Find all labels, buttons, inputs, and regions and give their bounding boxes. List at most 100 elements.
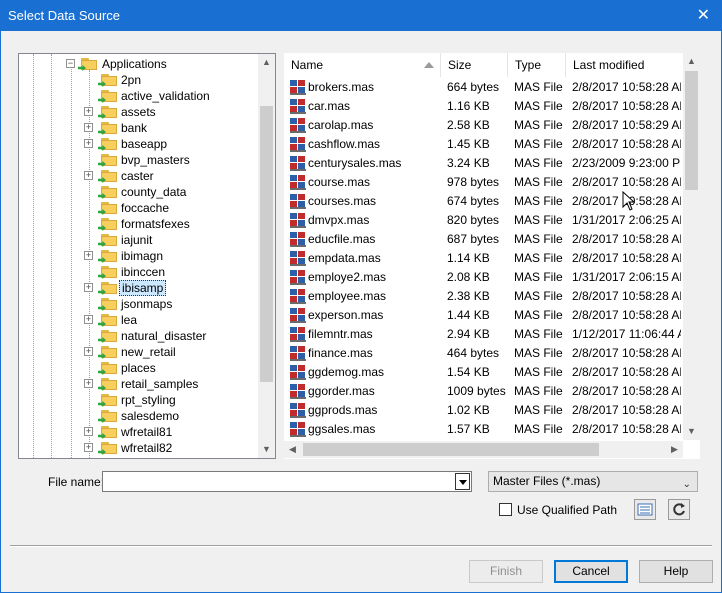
tree-item-salesdemo[interactable]: salesdemo [83, 408, 255, 424]
tree-item-wfretail82[interactable]: + wfretail82 [83, 440, 255, 456]
tree-item-county-data[interactable]: county_data [83, 184, 255, 200]
scroll-down-icon[interactable]: ▼ [683, 423, 700, 440]
scroll-left-icon[interactable]: ◀ [284, 441, 301, 458]
file-name-combobox[interactable] [102, 471, 472, 492]
scroll-up-icon[interactable]: ▲ [683, 53, 700, 70]
expand-icon[interactable]: + [84, 139, 93, 148]
tree-item-ibimagn[interactable]: + ibimagn [83, 248, 255, 264]
tree-item-ibinccen[interactable]: ibinccen [83, 264, 255, 280]
help-button[interactable]: Help [639, 560, 713, 583]
details-view-button[interactable] [634, 499, 656, 520]
tree-item-iajunit[interactable]: iajunit [83, 232, 255, 248]
file-row[interactable]: experson.mas 1.44 KB MAS File 2/8/2017 10:5… [284, 306, 681, 325]
scroll-thumb[interactable] [685, 71, 698, 190]
file-row[interactable]: ggdemog.mas 1.54 KB MAS File 2/8/2017 10:58… [284, 363, 681, 382]
collapse-icon[interactable]: − [66, 59, 75, 68]
file-row[interactable]: course.mas 978 bytes MAS File 2/8/2017 10:5… [284, 173, 681, 192]
folder-icon [98, 185, 117, 199]
file-type-select[interactable]: Master Files (*.mas) ⌄ [488, 471, 698, 492]
file-list[interactable]: Name Size Type Last modified brokers.mas… [284, 53, 700, 459]
file-name-cell: experson.mas [308, 308, 384, 322]
file-row[interactable]: dmvpx.mas 820 bytes MAS File 1/31/2017 2:06… [284, 211, 681, 230]
scroll-right-icon[interactable]: ▶ [666, 441, 683, 458]
expand-icon[interactable]: + [84, 379, 93, 388]
file-row[interactable]: finance.mas 464 bytes MAS File 2/8/2017 10:… [284, 344, 681, 363]
tree-item-retail-samples[interactable]: + retail_samples [83, 376, 255, 392]
tree-item-applications[interactable]: − Applications [65, 56, 255, 72]
file-type-cell: MAS File [514, 213, 563, 227]
tree-item-2pn[interactable]: 2pn [83, 72, 255, 88]
expand-icon[interactable]: + [84, 123, 93, 132]
tree-item-active-validation[interactable]: active_validation [83, 88, 255, 104]
file-row[interactable]: brokers.mas 664 bytes MAS File 2/8/2017 10:… [284, 78, 681, 97]
tree-item-foccache[interactable]: foccache [83, 200, 255, 216]
file-list-vertical-scrollbar[interactable]: ▲ ▼ [683, 53, 700, 440]
column-header-name[interactable]: Name [284, 53, 441, 77]
finish-button[interactable]: Finish [469, 560, 543, 583]
tree-item-places[interactable]: places [83, 360, 255, 376]
scroll-thumb[interactable] [303, 443, 599, 456]
folder-tree[interactable]: − Applications 2pn active_validation + asse… [18, 53, 276, 459]
close-icon[interactable]: ✕ [697, 5, 710, 25]
tree-guide-line [51, 54, 52, 458]
column-header-last-modified[interactable]: Last modified [566, 53, 686, 77]
expand-icon[interactable]: + [84, 347, 93, 356]
expand-icon[interactable]: + [84, 315, 93, 324]
file-row[interactable]: ggprods.mas 1.02 KB MAS File 2/8/2017 10:58… [284, 401, 681, 420]
expand-icon[interactable]: + [84, 443, 93, 452]
master-file-icon [290, 99, 306, 114]
master-file-icon [290, 384, 306, 399]
file-name-dropdown-button[interactable] [455, 473, 470, 490]
tree-item-caster[interactable]: + caster [83, 168, 255, 184]
file-row[interactable]: empdata.mas 1.14 KB MAS File 2/8/2017 10:58… [284, 249, 681, 268]
expand-icon[interactable]: + [84, 427, 93, 436]
tree-item-assets[interactable]: + assets [83, 104, 255, 120]
window-title: Select Data Source [8, 8, 121, 23]
file-modified-cell: 1/31/2017 2:06:15 AM [572, 270, 681, 284]
tree-item-new-retail[interactable]: + new_retail [83, 344, 255, 360]
tree-vertical-scrollbar[interactable]: ▲ ▼ [258, 54, 275, 458]
use-qualified-path-checkbox[interactable] [499, 503, 512, 516]
file-name-input[interactable] [105, 473, 455, 490]
scroll-up-icon[interactable]: ▲ [258, 54, 275, 71]
file-row[interactable]: employee.mas 2.38 KB MAS File 2/8/2017 10:5… [284, 287, 681, 306]
scroll-down-icon[interactable]: ▼ [258, 441, 275, 458]
tree-item-lea[interactable]: + lea [83, 312, 255, 328]
master-file-icon [290, 118, 306, 133]
expand-icon[interactable]: + [84, 283, 93, 292]
expand-icon[interactable]: + [84, 251, 93, 260]
file-name-label: File name: [48, 475, 105, 489]
cancel-button[interactable]: Cancel [554, 560, 628, 583]
tree-item-natural-disaster[interactable]: natural_disaster [83, 328, 255, 344]
tree-item-wfretail81[interactable]: + wfretail81 [83, 424, 255, 440]
column-header-type[interactable]: Type [508, 53, 566, 77]
refresh-button[interactable] [668, 499, 690, 520]
tree-item-formatsfexes[interactable]: formatsfexes [83, 216, 255, 232]
file-row[interactable]: ggorder.mas 1009 bytes MAS File 2/8/2017 10… [284, 382, 681, 401]
file-row[interactable]: centurysales.mas 3.24 KB MAS File 2/23/2009… [284, 154, 681, 173]
tree-item-rpt-styling[interactable]: rpt_styling [83, 392, 255, 408]
file-size-cell: 1009 bytes [447, 384, 506, 398]
file-list-horizontal-scrollbar[interactable]: ◀ ▶ [284, 441, 683, 458]
expand-icon[interactable]: + [84, 171, 93, 180]
expand-icon[interactable]: + [84, 107, 93, 116]
file-row[interactable]: ggsales.mas 1.57 KB MAS File 2/8/2017 10:58… [284, 420, 681, 439]
file-row[interactable]: filemntr.mas 2.94 KB MAS File 1/12/2017 11:… [284, 325, 681, 344]
file-row[interactable]: educfile.mas 687 bytes MAS File 2/8/2017 10… [284, 230, 681, 249]
file-name-cell: educfile.mas [308, 232, 376, 246]
tree-item-ibisamp[interactable]: + ibisamp [83, 280, 255, 296]
tree-item-jsonmaps[interactable]: jsonmaps [83, 296, 255, 312]
use-qualified-path-label[interactable]: Use Qualified Path [517, 503, 617, 517]
tree-item-bank[interactable]: + bank [83, 120, 255, 136]
tree-item-label: iajunit [121, 233, 153, 247]
file-row[interactable]: employe2.mas 2.08 KB MAS File 1/31/2017 2:0… [284, 268, 681, 287]
folder-tree-content: − Applications 2pn active_validation + asse… [19, 54, 259, 458]
column-header-size[interactable]: Size [441, 53, 508, 77]
scroll-thumb[interactable] [260, 106, 273, 382]
file-type-cell: MAS File [514, 346, 563, 360]
file-row[interactable]: carolap.mas 2.58 KB MAS File 2/8/2017 10:58… [284, 116, 681, 135]
tree-item-bvp-masters[interactable]: bvp_masters [83, 152, 255, 168]
tree-item-baseapp[interactable]: + baseapp [83, 136, 255, 152]
file-row[interactable]: car.mas 1.16 KB MAS File 2/8/2017 10:58:28 … [284, 97, 681, 116]
file-row[interactable]: cashflow.mas 1.45 KB MAS File 2/8/2017 10:5… [284, 135, 681, 154]
